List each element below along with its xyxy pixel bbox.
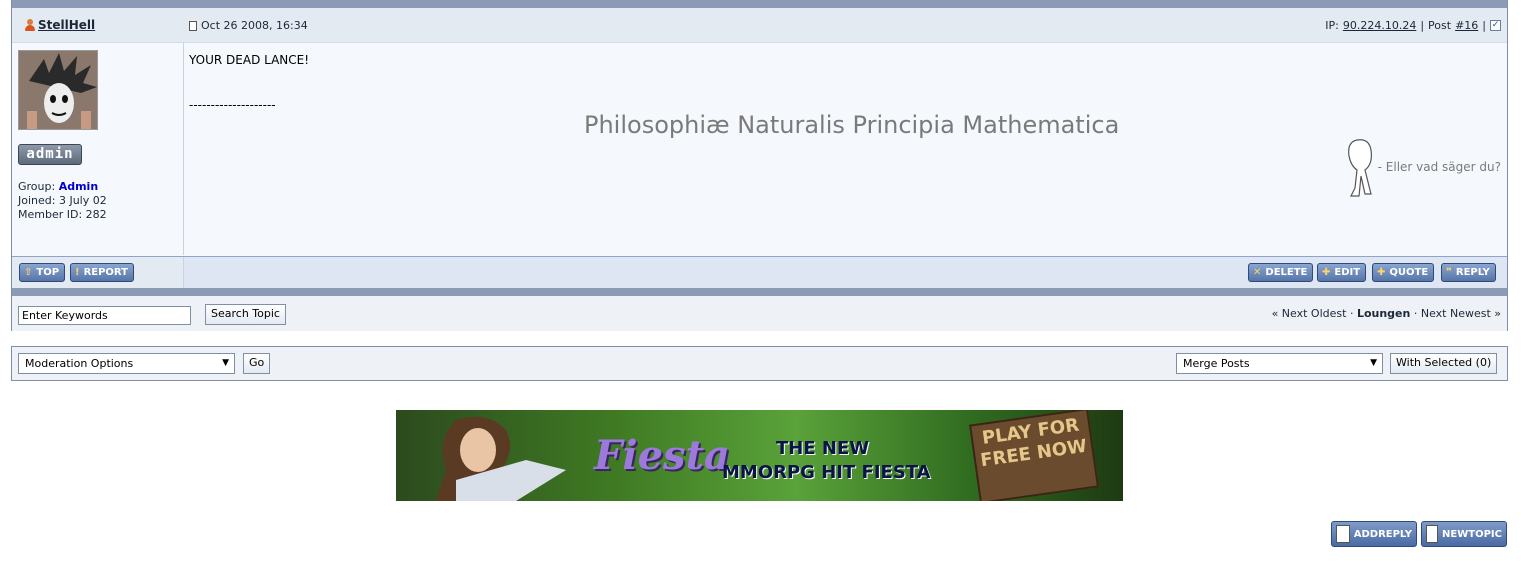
post-document-icon: [189, 20, 197, 31]
post-body: YOUR DEAD LANCE!: [189, 53, 310, 67]
moderation-bar: Moderation Options ▼ Go Merge Posts ▼ With…: [11, 346, 1508, 381]
chevron-down-icon: ▼: [1370, 358, 1377, 368]
banner-line2: MMORPG HIT FIESTA: [722, 462, 931, 483]
post-meta: IP: 90.224.10.24 | Post #16 | ✓: [1325, 19, 1501, 32]
signature-aside: - Eller vad säger du?: [1377, 160, 1501, 174]
forum-link[interactable]: Loungen: [1357, 307, 1410, 320]
user-info: Group: Admin Joined: 3 July 02 Member ID…: [18, 180, 107, 222]
chevron-down-icon: ▼: [222, 358, 229, 368]
banner-play-sign[interactable]: PLAY FOR FREE NOW: [969, 410, 1099, 501]
author-name-link[interactable]: StellHell: [38, 18, 95, 32]
signature-title: Philosophiæ Naturalis Principia Mathemat…: [584, 111, 1120, 139]
go-button[interactable]: Go: [243, 353, 271, 374]
post-date: Oct 26 2008, 16:34: [189, 19, 308, 32]
quote-button[interactable]: ✚ QUOTE: [1372, 263, 1435, 282]
topic-search-row: Search Topic « Next Oldest · Loungen · N…: [12, 296, 1507, 331]
plus-icon: ✚: [1322, 267, 1331, 278]
post-header: StellHell Oct 26 2008, 16:34 IP: 90.224.…: [12, 8, 1507, 43]
post-date-text: Oct 26 2008, 16:34: [201, 19, 308, 32]
post-bottom-bar: [12, 288, 1507, 296]
edit-button[interactable]: ✚ EDIT: [1317, 263, 1367, 282]
quote-mark-icon: ❞: [1446, 267, 1452, 278]
report-button[interactable]: ! REPORT: [70, 263, 134, 282]
plus-icon: ✚: [1377, 267, 1386, 278]
new-topic-document-icon: [1426, 525, 1439, 543]
next-newest-link[interactable]: Next Newest »: [1421, 307, 1501, 320]
topic-navigation: « Next Oldest · Loungen · Next Newest »: [1271, 307, 1501, 320]
top-button[interactable]: ⇧ TOP: [19, 263, 66, 282]
joined-line: Joined: 3 July 02: [18, 194, 107, 207]
select-post-checkbox[interactable]: ✓: [1490, 20, 1501, 31]
meta-separator: |: [1482, 19, 1486, 32]
moderation-options-select[interactable]: Moderation Options ▼: [18, 353, 235, 374]
merge-posts-select[interactable]: Merge Posts ▼: [1176, 353, 1383, 374]
add-reply-button[interactable]: ADDREPLY: [1331, 521, 1417, 547]
signature-figure: [1348, 139, 1372, 197]
delete-button[interactable]: ✕ DELETE: [1248, 263, 1314, 282]
post-label: Post: [1428, 19, 1452, 32]
post-author[interactable]: StellHell: [24, 18, 95, 32]
avatar[interactable]: [18, 50, 98, 130]
admin-badge: admin: [18, 144, 82, 165]
group-line: Group: Admin: [18, 180, 99, 193]
group-value: Admin: [58, 180, 99, 193]
ip-link[interactable]: 90.224.10.24: [1343, 19, 1416, 32]
keywords-input[interactable]: [18, 306, 191, 325]
user-icon: [24, 18, 36, 32]
reply-button[interactable]: ❞ REPLY: [1441, 263, 1496, 282]
next-oldest-link[interactable]: « Next Oldest: [1272, 307, 1347, 320]
banner-logo: Fiesta: [594, 432, 730, 479]
post-number-link[interactable]: #16: [1455, 19, 1478, 32]
ip-label: IP:: [1325, 19, 1339, 32]
delete-x-icon: ✕: [1253, 267, 1262, 278]
with-selected-button[interactable]: With Selected (0): [1390, 353, 1498, 374]
banner-line1: THE NEW: [776, 438, 870, 459]
exclamation-icon: !: [75, 267, 80, 278]
author-sidebar: admin Group: Admin Joined: 3 July 02 Mem…: [12, 43, 184, 255]
signature-divider: --------------------: [189, 98, 276, 112]
meta-separator: |: [1420, 19, 1425, 32]
banner-character: [436, 416, 566, 501]
advertisement-banner[interactable]: Fiesta THE NEW MMORPG HIT FIESTA PLAY FO…: [396, 410, 1123, 501]
post-container: StellHell Oct 26 2008, 16:34 IP: 90.224.…: [11, 0, 1508, 331]
search-topic-button[interactable]: Search Topic: [205, 304, 286, 325]
new-topic-button[interactable]: NEWTOPIC: [1421, 521, 1507, 547]
arrow-up-icon: ⇧: [24, 267, 33, 278]
member-id-line: Member ID: 282: [18, 208, 107, 221]
reply-document-icon: [1336, 525, 1350, 543]
post-footer: ⇧ TOP ! REPORT ✕ DELETE ✚ EDIT ✚ QUOTE ❞ REPLY: [12, 256, 1507, 289]
post-top-bar: [12, 0, 1507, 8]
